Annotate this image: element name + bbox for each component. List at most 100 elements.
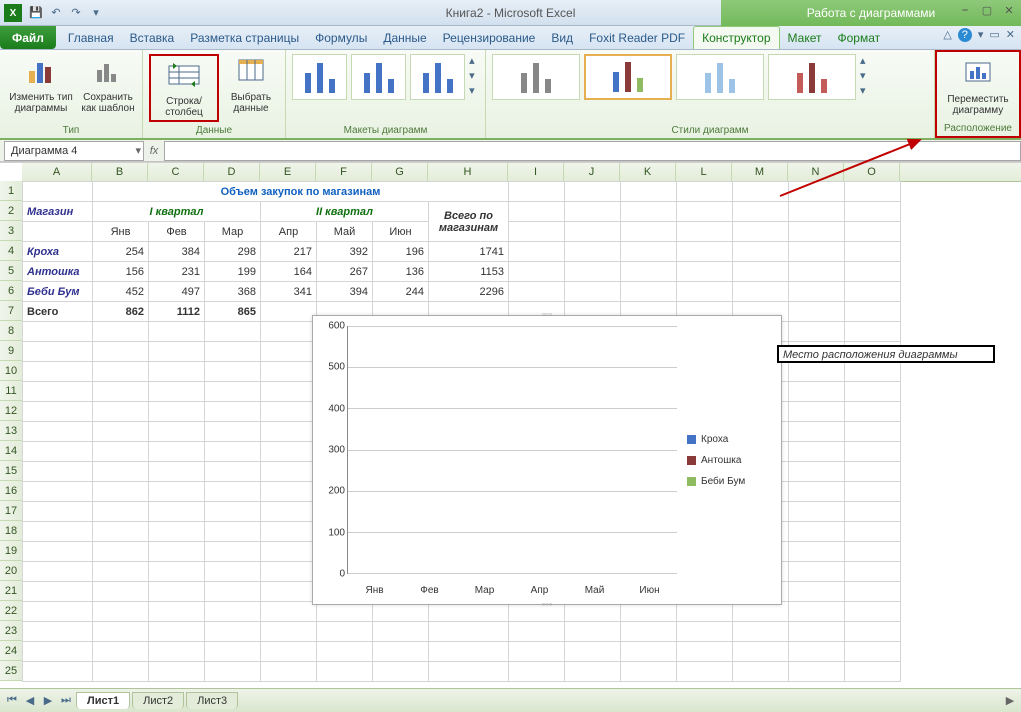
- tab-formulas[interactable]: Формулы: [307, 26, 375, 49]
- column-header[interactable]: D: [204, 163, 260, 181]
- tab-first-icon[interactable]: ⏮: [4, 694, 20, 707]
- tab-design[interactable]: Конструктор: [693, 26, 779, 49]
- row-header[interactable]: 25: [0, 661, 22, 681]
- tab-page-layout[interactable]: Разметка страницы: [182, 26, 307, 49]
- column-header[interactable]: B: [92, 163, 148, 181]
- window-min-icon[interactable]: ▾: [978, 28, 984, 42]
- scroll-down-icon[interactable]: ▾: [469, 69, 479, 82]
- row-header[interactable]: 20: [0, 561, 22, 581]
- legend-item[interactable]: Беби Бум: [687, 476, 781, 487]
- save-as-template-button[interactable]: Сохранить как шаблон: [80, 54, 136, 114]
- chevron-down-icon[interactable]: ▾: [135, 144, 141, 157]
- row-header[interactable]: 24: [0, 641, 22, 661]
- column-header[interactable]: J: [564, 163, 620, 181]
- row-header[interactable]: 13: [0, 421, 22, 441]
- sheet-tab[interactable]: Лист2: [132, 692, 184, 709]
- row-header[interactable]: 21: [0, 581, 22, 601]
- group-label: Стили диаграмм: [492, 123, 928, 136]
- column-header[interactable]: H: [428, 163, 508, 181]
- scroll-up-icon[interactable]: ▴: [860, 54, 876, 67]
- row-header[interactable]: 18: [0, 521, 22, 541]
- tab-foxit[interactable]: Foxit Reader PDF: [581, 26, 693, 49]
- legend-item[interactable]: Антошка: [687, 455, 781, 466]
- column-header[interactable]: K: [620, 163, 676, 181]
- row-header[interactable]: 9: [0, 341, 22, 361]
- style-thumb[interactable]: [768, 54, 856, 100]
- row-header[interactable]: 2: [0, 201, 22, 221]
- tab-insert[interactable]: Вставка: [122, 26, 183, 49]
- redo-icon[interactable]: ↷: [68, 5, 84, 21]
- label: Переместить диаграмму: [947, 94, 1008, 116]
- row-header[interactable]: 14: [0, 441, 22, 461]
- column-header[interactable]: L: [676, 163, 732, 181]
- row-header[interactable]: 1: [0, 181, 22, 201]
- tab-review[interactable]: Рецензирование: [435, 26, 544, 49]
- close-button[interactable]: ✕: [1001, 4, 1017, 17]
- more-icon[interactable]: ▾: [860, 84, 876, 97]
- more-icon[interactable]: ▾: [469, 84, 479, 97]
- scroll-up-icon[interactable]: ▴: [469, 54, 479, 67]
- tab-data[interactable]: Данные: [375, 26, 434, 49]
- restore-button[interactable]: ▢: [979, 4, 995, 17]
- tab-home[interactable]: Главная: [60, 26, 122, 49]
- row-header[interactable]: 16: [0, 481, 22, 501]
- row-header[interactable]: 11: [0, 381, 22, 401]
- row-header[interactable]: 15: [0, 461, 22, 481]
- tab-format[interactable]: Формат: [829, 26, 888, 49]
- layout-thumb[interactable]: [292, 54, 347, 100]
- row-header[interactable]: 4: [0, 241, 22, 261]
- window-close-icon[interactable]: ✕: [1006, 28, 1015, 42]
- style-thumb-selected[interactable]: [584, 54, 672, 100]
- layout-thumb[interactable]: [410, 54, 465, 100]
- sheet-tab[interactable]: Лист1: [76, 692, 130, 709]
- change-chart-type-button[interactable]: Изменить тип диаграммы: [6, 54, 76, 114]
- column-header[interactable]: A: [22, 163, 92, 181]
- formula-input[interactable]: [164, 141, 1021, 161]
- layout-thumb[interactable]: [351, 54, 406, 100]
- move-chart-button[interactable]: Переместить диаграмму: [943, 56, 1013, 116]
- tab-view[interactable]: Вид: [543, 26, 581, 49]
- style-thumb[interactable]: [492, 54, 580, 100]
- hscroll-right-icon[interactable]: ▶: [1001, 694, 1019, 707]
- style-thumb[interactable]: [676, 54, 764, 100]
- row-header[interactable]: 17: [0, 501, 22, 521]
- row-header[interactable]: 22: [0, 601, 22, 621]
- row-header[interactable]: 3: [0, 221, 22, 241]
- row-header[interactable]: 10: [0, 361, 22, 381]
- switch-row-column-button[interactable]: Строка/столбец: [149, 54, 219, 122]
- chart-object[interactable]: 0100200300400500600 ЯнвФевМарАпрМайИюн К…: [312, 315, 782, 605]
- tab-file[interactable]: Файл: [0, 26, 56, 49]
- row-header[interactable]: 6: [0, 281, 22, 301]
- legend-item[interactable]: Кроха: [687, 434, 781, 445]
- tab-last-icon[interactable]: ⏭: [58, 694, 74, 707]
- window-restore-icon[interactable]: ▭: [989, 28, 999, 42]
- column-header[interactable]: M: [732, 163, 788, 181]
- qat-dropdown-icon[interactable]: ▾: [88, 5, 104, 21]
- row-header[interactable]: 7: [0, 301, 22, 321]
- row-header[interactable]: 5: [0, 261, 22, 281]
- row-header[interactable]: 23: [0, 621, 22, 641]
- column-header[interactable]: C: [148, 163, 204, 181]
- save-icon[interactable]: 💾: [28, 5, 44, 21]
- name-box[interactable]: Диаграмма 4 ▾: [4, 141, 144, 161]
- minimize-button[interactable]: ⎯: [957, 4, 973, 17]
- row-header[interactable]: 19: [0, 541, 22, 561]
- select-data-button[interactable]: Выбрать данные: [223, 54, 279, 114]
- tab-prev-icon[interactable]: ◀: [22, 694, 38, 707]
- column-header[interactable]: G: [372, 163, 428, 181]
- column-header[interactable]: I: [508, 163, 564, 181]
- column-header[interactable]: O: [844, 163, 900, 181]
- row-header[interactable]: 12: [0, 401, 22, 421]
- column-header[interactable]: E: [260, 163, 316, 181]
- help-icon[interactable]: ?: [958, 28, 972, 42]
- row-header[interactable]: 8: [0, 321, 22, 341]
- minimize-ribbon-icon[interactable]: △: [943, 28, 951, 42]
- scroll-down-icon[interactable]: ▾: [860, 69, 876, 82]
- tab-layout[interactable]: Макет: [780, 26, 830, 49]
- column-header[interactable]: N: [788, 163, 844, 181]
- fx-icon[interactable]: fx: [144, 145, 164, 157]
- undo-icon[interactable]: ↶: [48, 5, 64, 21]
- column-header[interactable]: F: [316, 163, 372, 181]
- sheet-tab[interactable]: Лист3: [186, 692, 238, 709]
- tab-next-icon[interactable]: ▶: [40, 694, 56, 707]
